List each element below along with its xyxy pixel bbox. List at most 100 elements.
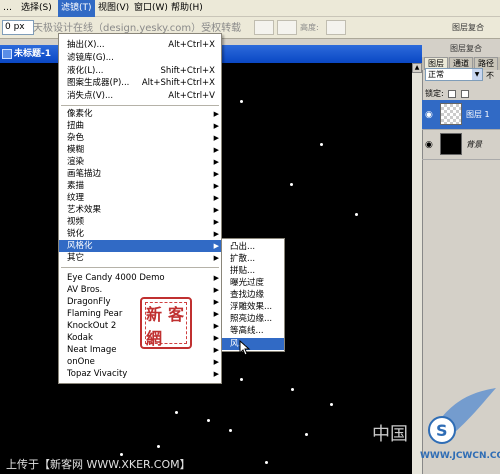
menu-item-filter-gallery[interactable]: 滤镜库(G)... [59, 52, 223, 64]
menu-item-plugin[interactable]: onOne ▶ [59, 356, 223, 368]
snow-dot [330, 403, 333, 406]
height-label: 高度: [300, 23, 319, 32]
eye-icon[interactable]: ◉ [425, 140, 433, 150]
submenu-arrow-icon: ▶ [213, 242, 219, 250]
menu-item-artistic[interactable]: 艺术效果 ▶ [59, 204, 223, 216]
menu-separator [61, 105, 219, 106]
menu-item-video[interactable]: 视频 ▶ [59, 216, 223, 228]
submenu-arrow-icon: ▶ [213, 134, 219, 142]
layer-row-background[interactable]: ◉ 背景 [422, 130, 500, 160]
submenu-item-find-edges[interactable]: 查找边缘 [222, 289, 284, 301]
snow-dot [265, 461, 268, 464]
menu-item-view[interactable]: 视图(V) [95, 0, 132, 17]
menu-item-select[interactable]: 选择(S) [18, 0, 55, 17]
scroll-up-icon[interactable]: ▲ [412, 63, 422, 73]
menu-item-pixelate[interactable]: 像素化 ▶ [59, 108, 223, 120]
layer-row-layer1[interactable]: ◉ 图层 1 [422, 100, 500, 130]
blend-mode-select[interactable]: 正常 ▼ [425, 68, 483, 81]
submenu-arrow-icon: ▶ [213, 110, 219, 118]
submenu-item-wind[interactable]: 风... [222, 338, 284, 350]
submenu-arrow-icon: ▶ [213, 218, 219, 226]
seal-char: 客 [168, 305, 185, 324]
svg-text:S: S [436, 421, 448, 440]
submenu-arrow-icon: ▶ [213, 122, 219, 130]
menu-item-other[interactable]: 其它 ▶ [59, 252, 223, 264]
mouse-cursor-icon [239, 340, 251, 356]
document-title: 未标题-1 [14, 49, 51, 59]
lock-transparency-checkbox[interactable] [448, 89, 457, 98]
menu-item-vanishing-point[interactable]: 消失点(V)... Alt+Ctrl+V [59, 90, 223, 102]
menu-item-label: 艺术效果 [67, 205, 102, 215]
menu-item-filter[interactable]: 滤镜(T) [58, 0, 95, 17]
submenu-arrow-icon: ▶ [213, 254, 219, 262]
menu-item-label: 视频 [67, 217, 85, 227]
chevron-down-icon: ▼ [472, 69, 482, 80]
submenu-arrow-icon: ▶ [213, 310, 219, 318]
menu-item-label: 风格化 [67, 241, 93, 251]
menu-item-render[interactable]: 渲染 ▶ [59, 156, 223, 168]
menu-item-noise[interactable]: 杂色 ▶ [59, 132, 223, 144]
menu-item-label: Neat Image [67, 345, 117, 355]
menu-separator [61, 267, 219, 268]
submenu-item-glowing-edges[interactable]: 照亮边缘... [222, 313, 284, 325]
shortcut-label: Shift+Ctrl+X [160, 66, 215, 76]
menu-item-label: 液化(L)... [67, 66, 104, 76]
panel-header: 图层复合 [422, 39, 500, 57]
menu-item-plugin[interactable]: Topaz Vivacity ▶ [59, 368, 223, 380]
layer-comps-label[interactable]: 图层复合 [452, 22, 484, 33]
menu-item-label: Eye Candy 4000 Demo [67, 273, 165, 283]
submenu-item-solarize[interactable]: 曝光过度 [222, 277, 284, 289]
menu-item-label: 渲染 [67, 157, 85, 167]
menu-item-texture[interactable]: 纹理 ▶ [59, 192, 223, 204]
layer-name: 背景 [466, 140, 482, 149]
size-field[interactable]: 0 px [2, 20, 34, 35]
height-field[interactable] [326, 20, 346, 35]
blend-mode-value: 正常 [428, 70, 444, 79]
submenu-arrow-icon: ▶ [213, 146, 219, 154]
menu-item-help[interactable]: 帮助(H) [168, 0, 206, 17]
menu-item-plugin[interactable]: Eye Candy 4000 Demo ▶ [59, 272, 223, 284]
menu-item-sharpen[interactable]: 锐化 ▶ [59, 228, 223, 240]
footer-site-url: WWW.JCWCN.COM [420, 451, 500, 461]
snow-dot [207, 419, 210, 422]
style-button[interactable] [254, 20, 274, 35]
snow-dot [240, 378, 243, 381]
layer-thumbnail [440, 103, 462, 125]
snow-dot [355, 213, 358, 216]
snow-dot [320, 143, 323, 146]
layer-comps-tab[interactable]: 图层复合 [450, 43, 482, 54]
submenu-arrow-icon: ▶ [213, 358, 219, 366]
menu-item-stylize[interactable]: 风格化 ▶ [59, 240, 223, 252]
submenu-arrow-icon: ▶ [213, 334, 219, 342]
submenu-item-emboss[interactable]: 浮雕效果... [222, 301, 284, 313]
menu-item-plugin[interactable]: AV Bros. ▶ [59, 284, 223, 296]
submenu-item-tiles[interactable]: 拼贴... [222, 265, 284, 277]
menu-item-distort[interactable]: 扭曲 ▶ [59, 120, 223, 132]
submenu-item-extrude[interactable]: 凸出... [222, 241, 284, 253]
snow-dot [157, 445, 160, 448]
lock-pixels-checkbox[interactable] [460, 89, 469, 98]
menu-item-window[interactable]: 窗口(W) [131, 0, 171, 17]
footer-caption: 上传于【新客网 WWW.XKER.COM】 [6, 458, 191, 471]
menu-item-extract[interactable]: 抽出(X)... Alt+Ctrl+X [59, 39, 223, 51]
menu-item-prev[interactable]: … [0, 0, 15, 17]
width-button[interactable] [277, 20, 297, 35]
snow-dot [240, 100, 243, 103]
lock-row: 锁定: [425, 88, 469, 99]
submenu-arrow-icon: ▶ [213, 230, 219, 238]
photoshop-doc-icon [2, 49, 12, 59]
opacity-label: 不 [486, 71, 494, 80]
seal-stamp: 新 客 網 [140, 297, 192, 349]
submenu-arrow-icon: ▶ [213, 286, 219, 294]
submenu-arrow-icon: ▶ [213, 346, 219, 354]
lock-label: 锁定: [425, 89, 444, 98]
eye-icon[interactable]: ◉ [425, 110, 433, 120]
snow-dot [229, 429, 232, 432]
menu-item-brush-strokes[interactable]: 画笔描边 ▶ [59, 168, 223, 180]
submenu-item-diffuse[interactable]: 扩散... [222, 253, 284, 265]
menu-item-sketch[interactable]: 素描 ▶ [59, 180, 223, 192]
submenu-item-trace-contour[interactable]: 等高线... [222, 325, 284, 337]
menu-item-liquify[interactable]: 液化(L)... Shift+Ctrl+X [59, 65, 223, 77]
menu-item-blur[interactable]: 模糊 ▶ [59, 144, 223, 156]
menu-item-pattern-maker[interactable]: 图案生成器(P)... Alt+Shift+Ctrl+X [59, 77, 223, 89]
